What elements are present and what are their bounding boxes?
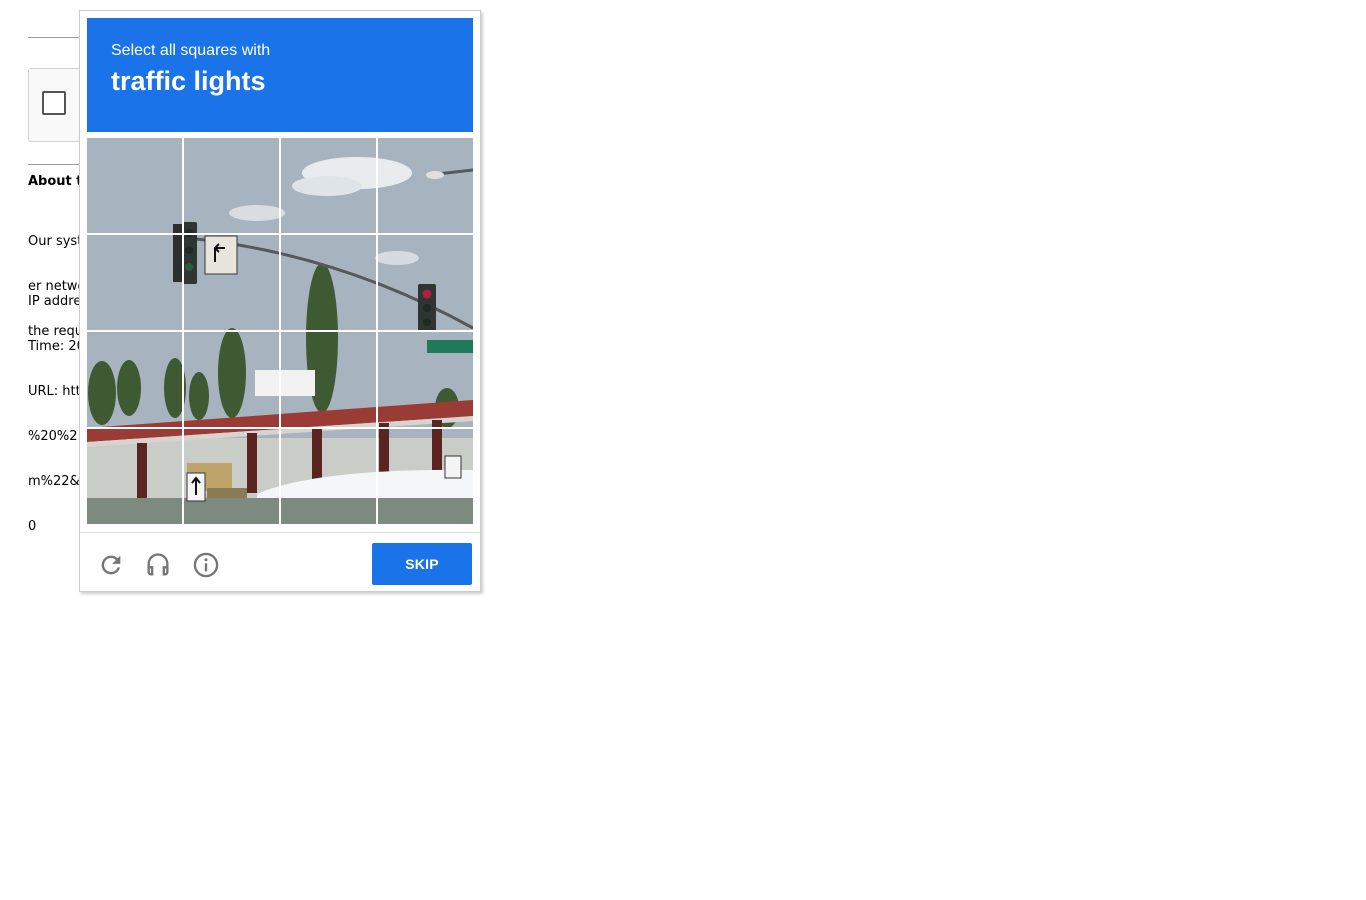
image-tile[interactable] (184, 429, 279, 524)
tile-image (378, 235, 473, 330)
audio-challenge-button[interactable] (144, 551, 172, 579)
tile-image (184, 235, 279, 330)
headphones-icon (147, 553, 169, 576)
tile-image (184, 429, 279, 524)
challenge-footer: SKIP (80, 532, 480, 592)
url-line: 0 (28, 519, 37, 534)
image-tile[interactable] (184, 138, 279, 233)
image-tile[interactable] (281, 138, 376, 233)
url-line: %20%2 (28, 429, 78, 444)
image-grid (87, 138, 473, 524)
recaptcha-checkbox[interactable] (42, 91, 66, 115)
image-tile[interactable] (378, 332, 473, 427)
reload-button[interactable] (97, 551, 125, 579)
image-tile[interactable] (378, 138, 473, 233)
tile-image (378, 138, 473, 233)
tile-image (378, 429, 473, 524)
tile-image (281, 429, 376, 524)
tile-image (87, 429, 182, 524)
tile-image (87, 235, 182, 330)
challenge-instruction: Select all squares with (111, 42, 271, 59)
image-tile[interactable] (281, 429, 376, 524)
image-tile[interactable] (378, 235, 473, 330)
url-line: URL: htt (28, 384, 81, 399)
image-tile[interactable] (184, 332, 279, 427)
tile-image (87, 138, 182, 233)
help-button[interactable] (192, 551, 220, 579)
tile-image (87, 332, 182, 427)
reload-icon (101, 555, 121, 575)
image-tile[interactable] (87, 138, 182, 233)
skip-button[interactable]: SKIP (372, 543, 472, 585)
tile-image (281, 138, 376, 233)
info-icon (193, 552, 219, 578)
image-tile[interactable] (87, 332, 182, 427)
challenge-header: Select all squares with traffic lights (87, 18, 473, 132)
time-line: Time: 20 (28, 339, 85, 354)
request-details: IP addre Time: 20 URL: htt %20%2 m%22& 0 (28, 264, 85, 549)
image-tile[interactable] (378, 429, 473, 524)
ip-address-line: IP addre (28, 294, 82, 309)
challenge-target: traffic lights (111, 66, 266, 96)
paragraph-line: Our syst (28, 234, 83, 249)
image-tile[interactable] (281, 332, 376, 427)
tile-image (184, 138, 279, 233)
tile-image (378, 332, 473, 427)
image-tile[interactable] (87, 429, 182, 524)
image-tile[interactable] (281, 235, 376, 330)
url-line: m%22& (28, 474, 80, 489)
tile-image (281, 332, 376, 427)
image-tile[interactable] (87, 235, 182, 330)
tile-image (281, 235, 376, 330)
tile-image (184, 332, 279, 427)
image-tile[interactable] (184, 235, 279, 330)
image-challenge-dialog: Select all squares with traffic lights S… (79, 10, 481, 592)
about-heading: About t (28, 174, 83, 189)
